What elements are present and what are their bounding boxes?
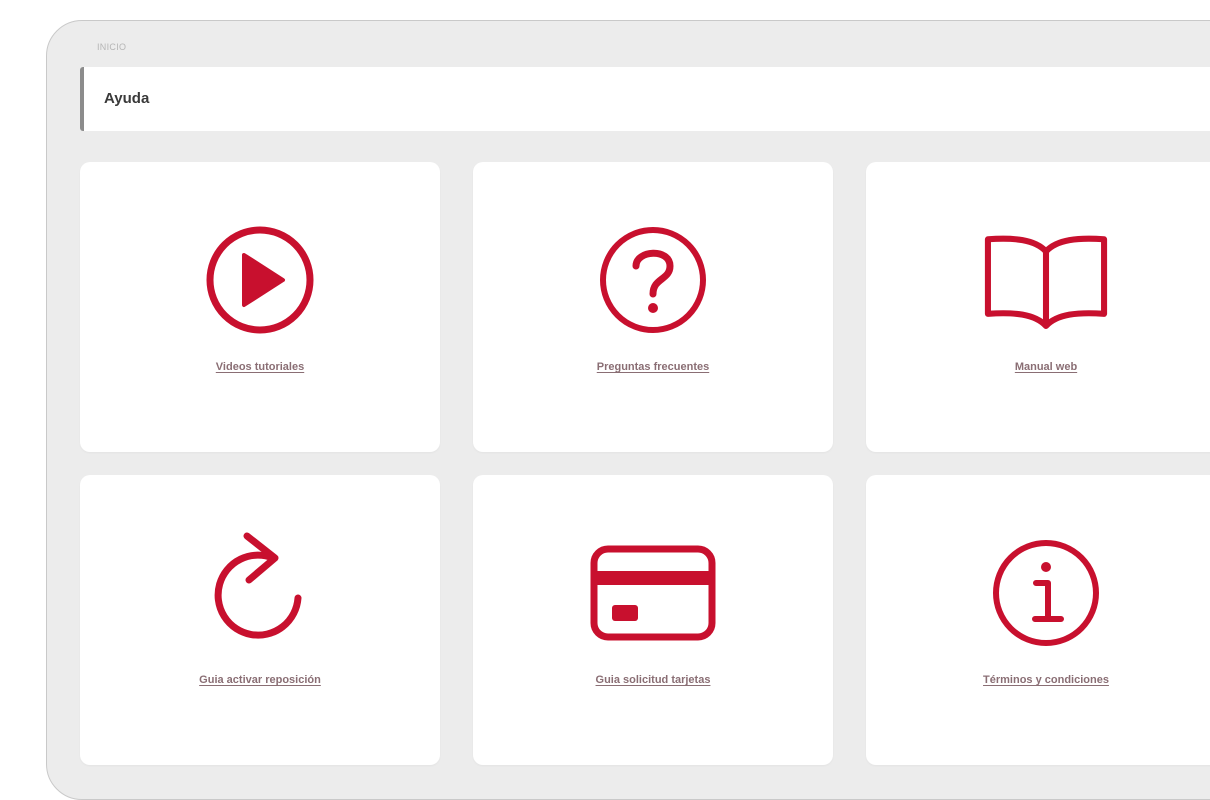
card-label[interactable]: Videos tutoriales	[80, 361, 440, 373]
card-label[interactable]: Preguntas frecuentes	[473, 361, 833, 373]
page-title: Ayuda	[104, 90, 150, 107]
credit-card-icon	[588, 533, 718, 653]
open-book-icon	[981, 220, 1111, 340]
card-label[interactable]: Términos y condiciones	[866, 674, 1210, 686]
page-header: Ayuda	[80, 67, 1210, 131]
breadcrumb[interactable]: INICIO	[97, 42, 126, 52]
card-preguntas-frecuentes[interactable]: Preguntas frecuentes	[473, 162, 833, 452]
card-label[interactable]: Manual web	[866, 361, 1210, 373]
info-circle-icon	[981, 533, 1111, 653]
play-circle-icon	[195, 220, 325, 340]
card-label[interactable]: Guia activar reposición	[80, 674, 440, 686]
card-terminos-condiciones[interactable]: Términos y condiciones	[866, 475, 1210, 765]
card-manual-web[interactable]: Manual web	[866, 162, 1210, 452]
card-guia-solicitud-tarjetas[interactable]: Guia solicitud tarjetas	[473, 475, 833, 765]
card-guia-activar-reposicion[interactable]: Guia activar reposición	[80, 475, 440, 765]
card-label[interactable]: Guia solicitud tarjetas	[473, 674, 833, 686]
card-videos-tutoriales[interactable]: Videos tutoriales	[80, 162, 440, 452]
help-panel: INICIO Ayuda Videos tutoriales Preguntas…	[46, 20, 1210, 800]
question-circle-icon	[588, 220, 718, 340]
refresh-arrow-icon	[195, 532, 325, 653]
